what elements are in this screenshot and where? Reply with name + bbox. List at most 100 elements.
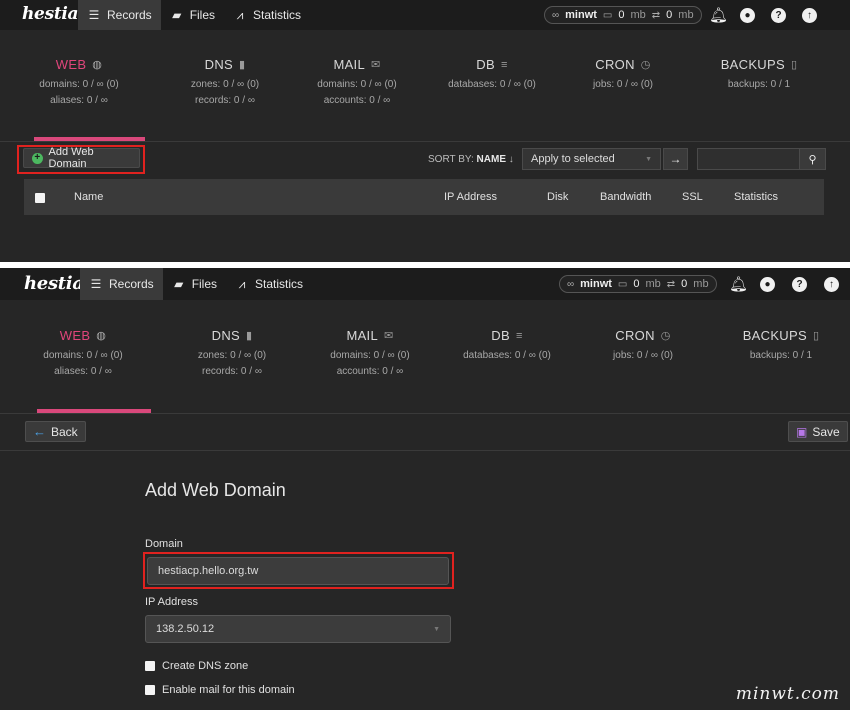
nav-files[interactable]: ▰ Files <box>163 268 226 300</box>
col-statistics[interactable]: Statistics <box>734 191 778 203</box>
create-dns-label: Create DNS zone <box>162 660 249 672</box>
stat-mail[interactable]: MAIL ✉ domains: 0 / ∞ (0) accounts: 0 / ∞ <box>305 328 435 377</box>
toolbar-divider <box>0 450 850 451</box>
ip-address-select[interactable]: 138.2.50.12 ▼ <box>145 615 451 643</box>
list-icon: ☰ <box>88 8 100 22</box>
create-dns-option[interactable]: Create DNS zone <box>145 660 248 672</box>
nav-records-label: Records <box>107 8 152 22</box>
search-button[interactable]: ⚲ <box>799 148 826 170</box>
clock-icon: ◷ <box>640 59 651 71</box>
table-header: Name IP Address Disk Bandwidth SSL Stati… <box>24 179 824 215</box>
stat-web-title: WEB <box>55 57 87 72</box>
globe-icon: ◍ <box>92 59 103 71</box>
help-icon[interactable]: ? <box>792 277 807 292</box>
stat-mail[interactable]: MAIL ✉ domains: 0 / ∞ (0) accounts: 0 / ∞ <box>292 57 422 106</box>
stats-divider <box>0 413 850 414</box>
nav-records[interactable]: ☰ Records <box>80 268 163 300</box>
apply-bulk-button[interactable]: → <box>663 148 688 170</box>
stat-backups[interactable]: BACKUPS ▯ backups: 0 / 1 <box>716 328 846 361</box>
stat-cron-line1: jobs: 0 / ∞ (0) <box>613 350 673 361</box>
nav-files[interactable]: ▰ Files <box>161 0 224 30</box>
user-icon[interactable]: ● <box>760 277 775 292</box>
stat-dns-title: DNS <box>211 328 240 343</box>
col-bandwidth[interactable]: Bandwidth <box>600 191 651 203</box>
sort-control[interactable]: SORT BY: NAME ↓ <box>428 154 514 165</box>
chart-icon: ⩘ <box>236 7 244 22</box>
back-button[interactable]: ← Back <box>25 421 86 442</box>
stat-dns-line1: zones: 0 / ∞ (0) <box>197 350 267 361</box>
stat-web-line1: domains: 0 / ∞ (0) <box>39 79 119 90</box>
stat-db-line1: databases: 0 / ∞ (0) <box>463 350 551 361</box>
enable-mail-checkbox[interactable] <box>145 685 155 695</box>
folder-icon: ▰ <box>172 8 182 22</box>
stat-web[interactable]: WEB ◍ domains: 0 / ∞ (0) aliases: 0 / ∞ <box>18 328 148 377</box>
stat-mail-line2: accounts: 0 / ∞ <box>323 95 391 106</box>
nav-records[interactable]: ☰ Records <box>78 0 161 30</box>
exchange-icon: ⇄ <box>651 9 661 21</box>
logout-icon[interactable]: ↑ <box>802 8 817 23</box>
col-disk[interactable]: Disk <box>547 191 568 203</box>
usage-bandwidth-value: 0 <box>666 9 673 21</box>
mail-bulk-icon: ✉ <box>371 59 381 71</box>
hestia-logo[interactable]: hestia <box>24 273 84 294</box>
stat-mail-title: MAIL <box>346 328 378 343</box>
user-icon[interactable]: ● <box>740 8 755 23</box>
stat-dns[interactable]: DNS ▮ zones: 0 / ∞ (0) records: 0 / ∞ <box>167 328 297 377</box>
book-icon: ▮ <box>246 330 253 342</box>
ip-address-value: 138.2.50.12 <box>156 623 215 635</box>
usage-pill: ∞ minwt ▭ 0 mb ⇄ 0 mb <box>559 275 717 293</box>
usage-disk-value: 0 <box>618 9 625 21</box>
stat-db-title: DB <box>476 57 495 72</box>
help-icon[interactable]: ? <box>771 8 786 23</box>
database-icon: ≡ <box>500 58 508 71</box>
floppy-disk-icon: ▣ <box>796 424 808 439</box>
binoculars-icon: ∞ <box>552 9 560 21</box>
database-icon: ≡ <box>515 329 523 342</box>
bell-icon[interactable]: 🔔︎ <box>709 6 728 24</box>
col-ip-address[interactable]: IP Address <box>444 191 497 203</box>
nav-statistics[interactable]: ⩘ Statistics <box>224 0 310 30</box>
usage-disk-value: 0 <box>633 278 640 290</box>
stat-backups[interactable]: BACKUPS ▯ backups: 0 / 1 <box>694 57 824 90</box>
col-name[interactable]: Name <box>74 191 103 203</box>
bulk-action-select[interactable]: Apply to selected ▼ <box>522 148 661 170</box>
usage-bandwidth-value: 0 <box>681 278 688 290</box>
arrow-right-icon: → <box>669 152 682 166</box>
search-input[interactable] <box>697 148 800 170</box>
bulk-action-value: Apply to selected <box>531 153 615 165</box>
file-icon: ▯ <box>790 59 798 71</box>
usage-bandwidth-unit: mb <box>678 9 694 21</box>
form-title: Add Web Domain <box>145 480 286 500</box>
enable-mail-option[interactable]: Enable mail for this domain <box>145 684 295 696</box>
stat-db[interactable]: DB ≡ databases: 0 / ∞ (0) <box>442 328 572 361</box>
col-ssl[interactable]: SSL <box>682 191 703 203</box>
select-all-checkbox[interactable] <box>35 193 45 203</box>
nav-statistics[interactable]: ⩘ Statistics <box>226 268 312 300</box>
create-dns-checkbox[interactable] <box>145 661 155 671</box>
logout-icon[interactable]: ↑ <box>824 277 839 292</box>
stat-db[interactable]: DB ≡ databases: 0 / ∞ (0) <box>427 57 557 90</box>
clock-icon: ◷ <box>660 330 671 342</box>
watermark: minwt.com <box>735 684 840 704</box>
ip-address-label: IP Address <box>145 596 198 608</box>
stat-backups-title: BACKUPS <box>742 328 807 343</box>
stat-web[interactable]: WEB ◍ domains: 0 / ∞ (0) aliases: 0 / ∞ <box>14 57 144 106</box>
caret-down-icon: ▼ <box>433 625 440 633</box>
hdd-icon: ▭ <box>602 9 613 21</box>
file-icon: ▯ <box>812 330 820 342</box>
stat-dns[interactable]: DNS ▮ zones: 0 / ∞ (0) records: 0 / ∞ <box>160 57 290 106</box>
stat-cron[interactable]: CRON ◷ jobs: 0 / ∞ (0) <box>558 57 688 90</box>
usage-disk-unit: mb <box>645 278 661 290</box>
hestia-logo[interactable]: hestia <box>22 4 79 24</box>
sort-icon: ↓ <box>508 154 514 165</box>
highlight-box <box>143 552 454 589</box>
highlight-box <box>17 145 145 174</box>
mail-bulk-icon: ✉ <box>384 330 394 342</box>
globe-icon: ◍ <box>96 330 107 342</box>
stat-cron-title: CRON <box>615 328 655 343</box>
top-navbar: hestia ☰ Records ▰ Files ⩘ Statistics ∞ … <box>0 268 850 300</box>
usage-user: minwt <box>580 278 612 290</box>
save-button[interactable]: ▣ Save <box>788 421 848 442</box>
stat-cron[interactable]: CRON ◷ jobs: 0 / ∞ (0) <box>578 328 708 361</box>
bell-icon[interactable]: 🔔︎ <box>729 275 748 293</box>
